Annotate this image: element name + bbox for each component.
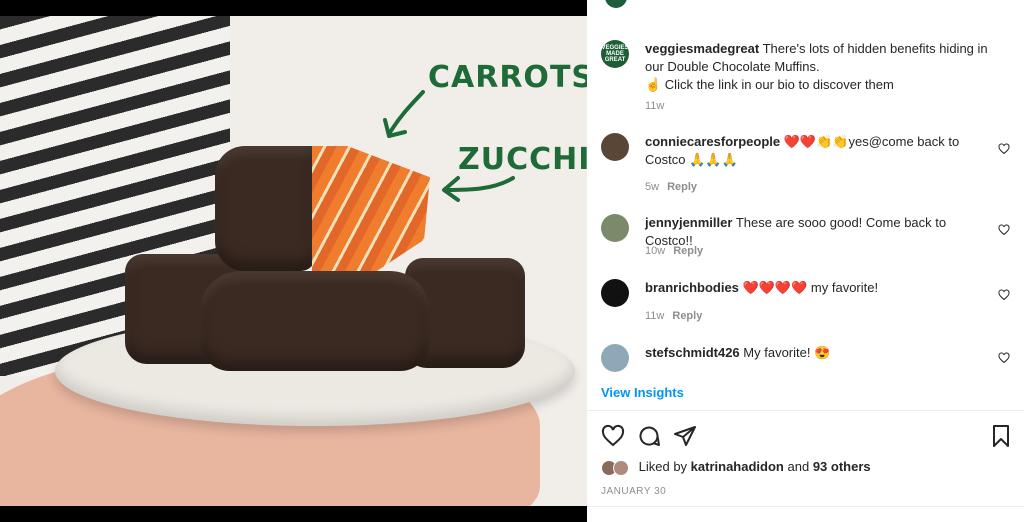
comment-meta: 10w Reply: [645, 245, 703, 257]
comment-body: ❤️❤️❤️❤️ my favorite!: [742, 280, 879, 295]
divider: [587, 506, 1024, 507]
comment-username[interactable]: jennyjenmiller: [645, 215, 732, 230]
comment-meta: 5w Reply: [645, 181, 697, 193]
comment-username[interactable]: stefschmidt426: [645, 345, 740, 360]
comment-text: conniecaresforpeople ❤️❤️👏👏yes@come back…: [645, 133, 980, 169]
view-insights-link[interactable]: View Insights: [601, 385, 684, 400]
muffin: [200, 271, 430, 371]
likes-count[interactable]: 93 others: [813, 459, 871, 474]
reply-button[interactable]: Reply: [672, 310, 702, 322]
likes-prefix: Liked by: [638, 459, 688, 474]
comment-username[interactable]: conniecaresforpeople: [645, 134, 780, 149]
heart-icon[interactable]: [998, 352, 1010, 364]
reply-button[interactable]: Reply: [667, 181, 697, 193]
avatar[interactable]: VEGGIES MADE GREAT: [601, 40, 629, 68]
arrow-zucchini-icon: [442, 176, 515, 202]
avatar[interactable]: [601, 279, 629, 307]
comment-time: 11w: [645, 310, 665, 322]
comment: branrichbodies ❤️❤️❤️❤️ my favorite! 11w…: [601, 279, 1010, 329]
label-carrots: CARROTS: [428, 60, 587, 95]
muffin-cut: [215, 146, 315, 271]
caption-text: veggiesmadegreat There's lots of hidden …: [645, 40, 1010, 94]
heart-icon[interactable]: [998, 143, 1010, 155]
liker-username[interactable]: katrinahadidon: [691, 459, 784, 474]
divider: [587, 410, 1024, 411]
avatar[interactable]: [601, 344, 629, 372]
post-photo[interactable]: CARROTS ZUCCHINI: [0, 0, 587, 522]
action-bar: [601, 424, 1012, 448]
post-date: JANUARY 30: [601, 486, 667, 497]
caption-body-2: ☝️ Click the link in our bio to discover…: [645, 77, 894, 92]
liker-avatars: [601, 459, 631, 476]
comment: stefschmidt426 My favorite! 😍: [601, 344, 1010, 374]
caption-time: 11w: [645, 100, 665, 112]
avatar[interactable]: [601, 133, 629, 161]
photo-content: CARROTS ZUCCHINI: [0, 16, 587, 506]
avatar[interactable]: [601, 214, 629, 242]
heart-icon[interactable]: [998, 224, 1010, 236]
veggie-cross-section: [312, 146, 430, 271]
heart-icon[interactable]: [601, 424, 625, 448]
likes-and: and: [787, 459, 810, 474]
heart-icon[interactable]: [998, 289, 1010, 301]
reply-button[interactable]: Reply: [673, 245, 703, 257]
comment-username[interactable]: branrichbodies: [645, 280, 739, 295]
share-icon[interactable]: [673, 424, 697, 448]
comment: conniecaresforpeople ❤️❤️👏👏yes@come back…: [601, 133, 1010, 193]
comment-body: My favorite! 😍: [743, 345, 831, 360]
bookmark-icon[interactable]: [990, 424, 1012, 448]
comment: jennyjenmiller These are sooo good! Come…: [601, 214, 1010, 264]
avatar: [613, 459, 629, 476]
caption-username[interactable]: veggiesmadegreat: [645, 41, 759, 56]
comment-meta: 11w Reply: [645, 310, 702, 322]
comment-icon[interactable]: [637, 424, 661, 448]
comment-text: branrichbodies ❤️❤️❤️❤️ my favorite!: [645, 279, 980, 297]
caption: VEGGIES MADE GREAT veggiesmadegreat Ther…: [601, 40, 1010, 120]
likes-summary: Liked by katrinahadidon and 93 others: [601, 459, 871, 476]
comment-time: 10w: [645, 245, 666, 257]
comment-text: stefschmidt426 My favorite! 😍: [645, 344, 980, 362]
avatar[interactable]: [605, 0, 627, 8]
comment-time: 5w: [645, 181, 660, 193]
arrow-carrots-icon: [383, 90, 425, 138]
post-sidebar: VEGGIES MADE GREAT veggiesmadegreat Ther…: [587, 0, 1024, 522]
